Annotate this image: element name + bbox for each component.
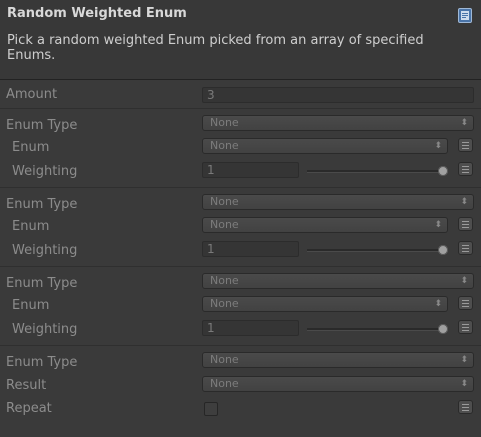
- item-menu-icon[interactable]: [458, 241, 473, 255]
- weighting-slider[interactable]: [307, 328, 443, 331]
- item-menu-icon[interactable]: [458, 296, 473, 310]
- dropdown-arrows-icon: ⬍: [460, 197, 468, 207]
- dropdown-arrows-icon: ⬍: [434, 141, 442, 151]
- panel-description: Pick a random weighted Enum picked from …: [7, 33, 424, 63]
- enum-type-dropdown[interactable]: None ⬍: [202, 115, 474, 131]
- amount-field[interactable]: 3: [202, 87, 474, 103]
- result-enum-type-label: Enum Type: [6, 355, 78, 370]
- dropdown-value: None: [210, 218, 239, 231]
- divider: [0, 266, 481, 267]
- item-menu-icon[interactable]: [458, 217, 473, 231]
- result-dropdown[interactable]: None ⬍: [202, 376, 474, 392]
- weighting-field[interactable]: 1: [202, 320, 299, 336]
- section-menu-icon[interactable]: [458, 400, 473, 414]
- enum-type-label: Enum Type: [6, 118, 78, 133]
- dropdown-arrows-icon: ⬍: [460, 355, 468, 365]
- weighting-slider[interactable]: [307, 249, 443, 252]
- dropdown-value: None: [210, 116, 239, 129]
- repeat-checkbox[interactable]: [204, 402, 218, 416]
- enum-dropdown[interactable]: None ⬍: [202, 217, 448, 233]
- divider: [0, 345, 481, 346]
- repeat-label: Repeat: [6, 401, 52, 416]
- weighting-field[interactable]: 1: [202, 162, 299, 178]
- enum-dropdown[interactable]: None ⬍: [202, 296, 448, 312]
- dropdown-arrows-icon: ⬍: [434, 299, 442, 309]
- panel-title: Random Weighted Enum: [7, 6, 187, 21]
- weighting-slider-thumb[interactable]: [438, 166, 448, 176]
- divider: [0, 108, 481, 109]
- weighting-field[interactable]: 1: [202, 241, 299, 257]
- enum-type-label: Enum Type: [6, 276, 78, 291]
- amount-label: Amount: [6, 87, 58, 102]
- enum-type-dropdown[interactable]: None ⬍: [202, 194, 474, 210]
- item-menu-icon[interactable]: [458, 162, 473, 176]
- result-enum-type-dropdown[interactable]: None ⬍: [202, 352, 474, 368]
- weighting-slider-thumb[interactable]: [438, 324, 448, 334]
- weighting-label: Weighting: [12, 243, 78, 258]
- dropdown-arrows-icon: ⬍: [460, 379, 468, 389]
- result-label: Result: [6, 378, 47, 393]
- weighting-slider-thumb[interactable]: [438, 245, 448, 255]
- panel-header: Random Weighted Enum Pick a random weigh…: [0, 0, 481, 80]
- weighting-label: Weighting: [12, 322, 78, 337]
- dropdown-value: None: [210, 353, 239, 366]
- item-menu-icon[interactable]: [458, 138, 473, 152]
- dropdown-value: None: [210, 139, 239, 152]
- dropdown-arrows-icon: ⬍: [434, 220, 442, 230]
- enum-type-dropdown[interactable]: None ⬍: [202, 273, 474, 289]
- action-inspector-panel: Random Weighted Enum Pick a random weigh…: [0, 0, 481, 437]
- weighting-slider[interactable]: [307, 170, 443, 173]
- dropdown-value: None: [210, 377, 239, 390]
- enum-type-label: Enum Type: [6, 197, 78, 212]
- enum-label: Enum: [12, 219, 50, 234]
- dropdown-value: None: [210, 195, 239, 208]
- dropdown-arrows-icon: ⬍: [460, 276, 468, 286]
- enum-label: Enum: [12, 298, 50, 313]
- dropdown-value: None: [210, 297, 239, 310]
- weighting-label: Weighting: [12, 164, 78, 179]
- help-book-icon[interactable]: [458, 8, 472, 23]
- dropdown-value: None: [210, 274, 239, 287]
- divider: [0, 187, 481, 188]
- enum-label: Enum: [12, 140, 50, 155]
- dropdown-arrows-icon: ⬍: [460, 118, 468, 128]
- enum-dropdown[interactable]: None ⬍: [202, 138, 448, 154]
- item-menu-icon[interactable]: [458, 320, 473, 334]
